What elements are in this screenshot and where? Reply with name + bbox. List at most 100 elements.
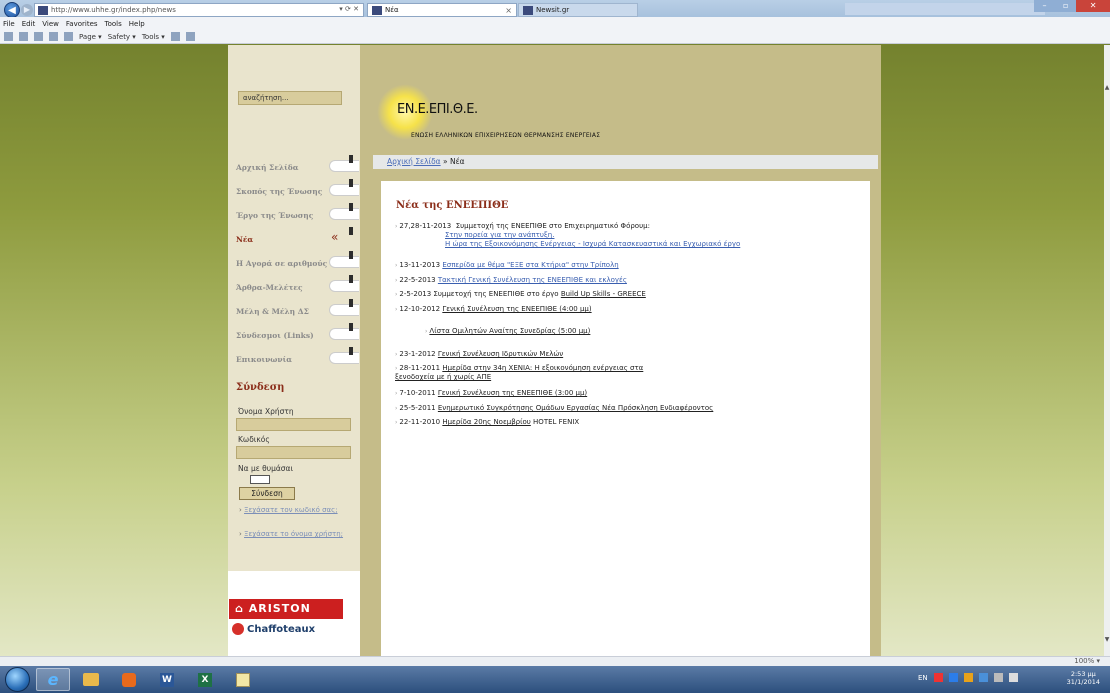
page-title: Νέα της ΕΝΕΕΠΙΘΕ [396,200,509,211]
forgot-username-link[interactable]: Ξεχάσατε το όνομα χρήστη; [244,530,343,538]
tray-app-icon[interactable] [978,673,988,682]
internet-explorer-icon: e [47,670,59,689]
news-link[interactable]: Ημερίδα 20ης Νοεμβρίου [442,418,530,426]
maximize-button[interactable]: ▫ [1055,0,1077,12]
menu-edit[interactable]: Edit [22,20,36,28]
news-link[interactable]: Λίστα Ομιλητών Αναίτης Συνεδρίας (5:00 μ… [429,327,590,335]
address-controls[interactable]: ▾ ⟳ ✕ [339,5,359,13]
network-icon[interactable] [993,673,1003,682]
print-icon[interactable] [64,32,73,41]
start-button[interactable] [5,667,30,692]
forward-button[interactable]: ▶ [21,4,33,16]
login-button[interactable]: Σύνδεση [239,487,295,500]
favorites-bar-icon[interactable] [4,32,13,41]
tab-news[interactable]: Νέα × [367,3,517,17]
clock[interactable]: 2:53 μμ 31/1/2014 [1067,670,1100,686]
password-label: Κωδικός [238,435,270,444]
breadcrumb: Αρχική Σελίδα » Νέα [373,155,878,169]
news-link[interactable]: Γενική Συνέλευση της ΕΝΕΕΠΙΘΕ (4:00 μμ) [442,305,591,313]
scroll-down-icon[interactable]: ▼ [1104,636,1110,644]
news-item: › 28-11-2011 Ημερίδα στην 34η ΧΕΝΙΑ: Η εξ… [395,364,644,381]
news-link[interactable]: Ενημερωτικό Συγκρότησης Ομάδων Εργασίας … [438,404,713,412]
address-bar[interactable]: http://www.uhhe.gr/index.php/news ▾ ⟳ ✕ [34,3,364,17]
search-input[interactable]: αναζήτηση... [238,91,342,105]
sidebar-item-label: Μέλη & Μέλη ΔΣ [236,307,309,316]
news-link[interactable]: Build Up Skills - GREECE [561,290,646,298]
breadcrumb-current: Νέα [449,157,465,166]
nav-divider [349,203,353,211]
help-icon[interactable] [170,32,180,41]
nav-divider [349,251,353,259]
taskbar-internet-explorer[interactable]: e [36,668,70,691]
news-link[interactable]: Εσπερίδα με θέμα "ΕΞΕ στα Κτήρια" στην Τ… [442,261,618,269]
tab-label: Νέα [385,6,399,14]
feeds-icon[interactable] [34,32,43,41]
mail-icon[interactable] [49,32,58,41]
minimize-button[interactable]: – [1034,0,1056,12]
close-window-button[interactable]: ✕ [1076,0,1110,12]
address-url[interactable]: http://www.uhhe.gr/index.php/news [51,6,176,14]
taskbar-notes[interactable] [226,668,260,691]
safety-menu[interactable]: Safety ▾ [108,33,136,41]
home-icon[interactable] [19,32,28,41]
news-link[interactable]: Γενική Συνέλευση της ΕΝΕΕΠΙΘΕ (3:00 μμ) [438,389,587,397]
news-item: › 22-5-2013 Τακτική Γενική Συνέλευση της … [395,276,627,284]
sidebar-item-articles[interactable]: Άρθρα-Μελέτες [228,275,360,299]
tray-app-icon[interactable] [948,673,958,682]
sidebar-item-label: Σκοπός της Ένωσης [236,187,323,196]
nav-tab-shape [329,160,359,172]
sponsor-banner[interactable]: ⌂ ARISTON Chaffoteaux [228,571,360,656]
breadcrumb-home-link[interactable]: Αρχική Σελίδα [387,157,441,166]
sidebar-item-home[interactable]: Αρχική Σελίδα [228,155,360,179]
menu-view[interactable]: View [42,20,59,28]
news-link[interactable]: ξενοδοχεία με ή χωρίς ΑΠΕ [395,373,491,381]
tray-app-icon[interactable] [963,673,973,682]
sidebar-item-purpose[interactable]: Σκοπός της Ένωσης [228,179,360,203]
news-link[interactable]: Τακτική Γενική Συνέλευση της ΕΝΕΕΠΙΘΕ κα… [438,276,627,284]
sidebar-item-label: Άρθρα-Μελέτες [236,283,303,292]
news-item: › 22-11-2010 Ημερίδα 20ης Νοεμβρίου HOTEL… [395,418,580,426]
nav-divider [349,155,353,163]
news-link[interactable]: Γενική Συνέλευση Ιδρυτικών Μελών [438,350,563,358]
news-link[interactable]: Η ώρα της Εξοικονόμησης Ενέργειας - Ισχυ… [395,240,740,249]
vertical-scrollbar[interactable] [1104,45,1110,656]
volume-icon[interactable] [1008,673,1018,682]
breadcrumb-separator: » [440,157,450,166]
taskbar-excel[interactable]: X [188,668,222,691]
news-subitem: › Λίστα Ομιλητών Αναίτης Συνεδρίας (5:00 … [425,327,591,335]
back-button[interactable]: ◀ [4,2,20,18]
page-menu[interactable]: Page ▾ [79,33,102,41]
sidebar-item-links[interactable]: Σύνδεσμοι (Links) [228,323,360,347]
password-field[interactable] [236,446,351,459]
close-tab-icon[interactable]: × [505,6,512,15]
taskbar-media-player[interactable] [112,668,146,691]
taskbar-file-explorer[interactable] [74,668,108,691]
sidebar-item-market[interactable]: Η Αγορά σε αριθμούς [228,251,360,275]
site-header: ΕΝ.Ε.ΕΠΙ.Θ.Ε. ΕΝΩΣΗ ΕΛΛΗΝΙΚΩΝ ΕΠΙΧΕΙΡΗΣΕ… [373,78,878,153]
zoom-level[interactable]: 100% [1074,657,1094,665]
site-logo-title[interactable]: ΕΝ.Ε.ΕΠΙ.Θ.Ε. [397,102,478,117]
tray-app-icon[interactable] [933,673,943,682]
nav-tab-shape [329,208,359,220]
news-link[interactable]: Ημερίδα στην 34η ΧΕΝΙΑ: Η εξοικονόμηση ε… [442,364,643,372]
research-icon[interactable] [185,32,195,41]
scroll-up-icon[interactable]: ▲ [1104,84,1110,92]
taskbar-word[interactable]: W [150,668,184,691]
tab-newsit[interactable]: Newsit.gr [518,3,638,17]
news-link[interactable]: Στην πορεία για την ανάπτυξη. [395,231,740,240]
menu-help[interactable]: Help [129,20,145,28]
username-field[interactable] [236,418,351,431]
tools-menu[interactable]: Tools ▾ [142,33,165,41]
active-indicator-icon: « [331,230,339,244]
forgot-password-link[interactable]: Ξεχάσατε τον κωδικό σας; [244,506,338,514]
menu-favorites[interactable]: Favorites [66,20,98,28]
menu-tools[interactable]: Tools [105,20,122,28]
remember-checkbox[interactable] [250,475,270,484]
sidebar-item-news[interactable]: Νέα « [228,227,360,251]
sidebar-item-contact[interactable]: Επικοινωνία [228,347,360,371]
menu-file[interactable]: File [3,20,15,28]
news-item: › 12-10-2012 Γενική Συνέλευση της ΕΝΕΕΠΙΘ… [395,305,592,313]
sidebar-item-members[interactable]: Μέλη & Μέλη ΔΣ [228,299,360,323]
language-indicator[interactable]: EN [918,674,928,682]
sidebar-item-work[interactable]: Έργο της Ένωσης [228,203,360,227]
